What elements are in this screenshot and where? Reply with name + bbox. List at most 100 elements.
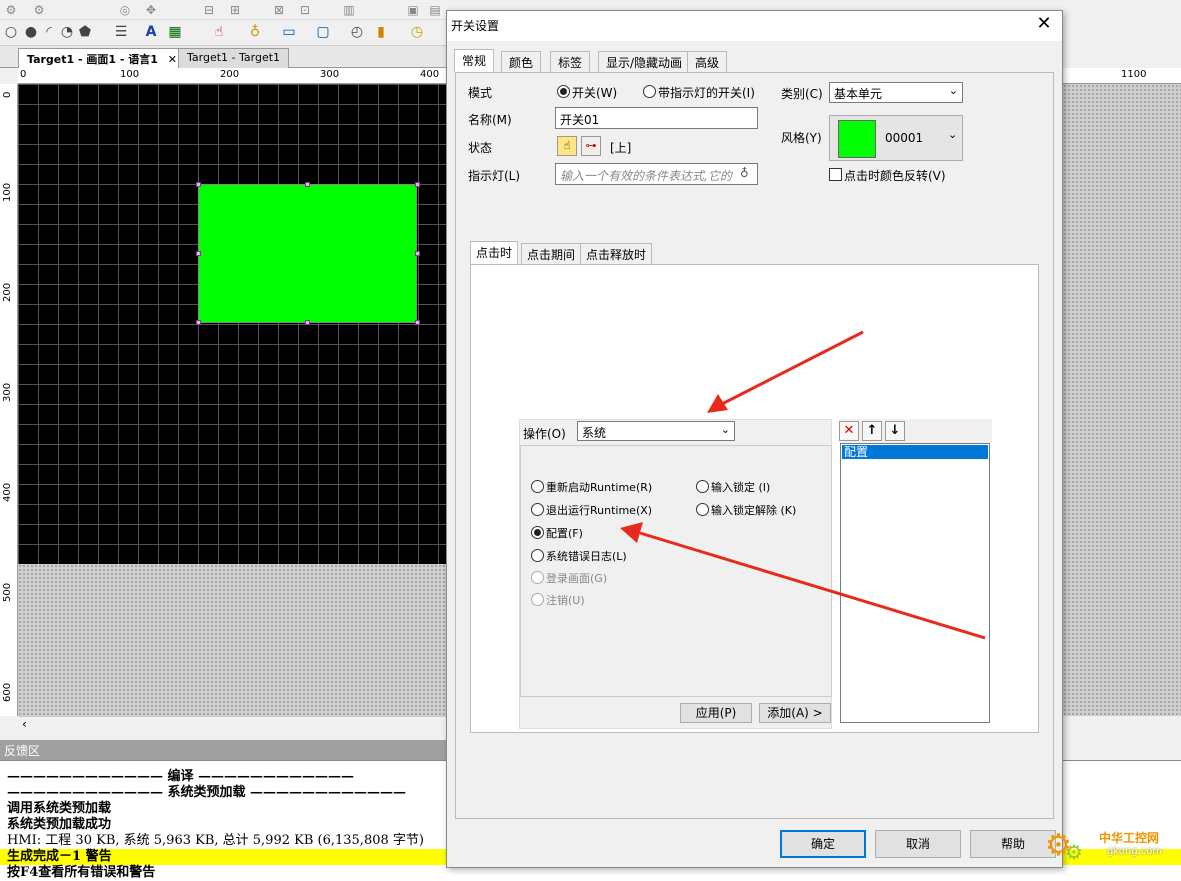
circle-icon[interactable]: ○ (2, 23, 20, 41)
style-swatch (838, 120, 876, 158)
name-label: 名称(M) (468, 113, 512, 127)
resize-handle[interactable] (196, 320, 201, 325)
add-button[interactable]: 添加(A) > (759, 703, 831, 723)
resize-handle[interactable] (415, 182, 420, 187)
restart-runtime-radio[interactable] (531, 480, 544, 493)
action-list[interactable]: 配置 (840, 443, 990, 723)
resize-handle[interactable] (196, 251, 201, 256)
watermark-name: 中华工控网 (1099, 831, 1160, 845)
mode-switch-radio[interactable] (557, 85, 570, 98)
gauge-icon[interactable]: ◴ (348, 23, 366, 41)
state-on-icon[interactable]: ☝ (557, 136, 577, 156)
list-toolbar: ✕ ↑ ↓ (839, 419, 992, 443)
tab-on-press[interactable]: 点击时 (470, 241, 519, 264)
move-down-icon[interactable]: ↓ (885, 421, 905, 441)
gear-icon: ⚙ (1065, 840, 1083, 864)
distribute-icon[interactable]: ⊠ (270, 1, 288, 19)
clock-icon[interactable]: ◷ (408, 23, 426, 41)
style-select[interactable]: 00001 ⌄ (829, 115, 963, 161)
pie-icon[interactable]: ◔ (58, 23, 76, 41)
pointer-icon[interactable]: ✥ (142, 1, 160, 19)
image-icon[interactable]: ▦ (166, 23, 184, 41)
tab-screen1[interactable]: Target1 - 画面1 - 语言1 ✕ (18, 48, 186, 69)
indicator-label: 指示灯(L) (468, 169, 521, 183)
category-label: 类别(C) (781, 87, 823, 101)
polygon-icon[interactable]: ⬟ (76, 23, 94, 41)
exit-runtime-radio[interactable] (531, 503, 544, 516)
switch-icon[interactable]: ☝ (210, 23, 228, 41)
bulb-icon[interactable]: ♁ (740, 166, 749, 180)
spacing-icon[interactable]: ⊡ (296, 1, 314, 19)
feedback-line: ———————————— 编译 ———————————— (7, 769, 355, 784)
tab-visibility-animation[interactable]: 显示/隐藏动画 (598, 51, 691, 72)
watermark-logo: ⚙ ⚙ 中华工控网 gkong.com (1045, 826, 1181, 866)
input-lock-radio[interactable] (696, 480, 709, 493)
feedback-title: 反馈区 (0, 740, 446, 760)
tab-target1[interactable]: Target1 - Target1 (178, 48, 290, 68)
screen-canvas[interactable] (18, 84, 446, 564)
style-label: 风格(Y) (781, 131, 822, 145)
ok-button[interactable]: 确定 (780, 830, 866, 858)
restart-runtime-label[interactable]: 重新启动Runtime(R) (546, 479, 652, 495)
group-icon[interactable]: ▤ (426, 1, 444, 19)
resize-handle[interactable] (305, 182, 310, 187)
tab-color[interactable]: 颜色 (501, 51, 542, 72)
lamp-icon[interactable]: ♁ (246, 23, 264, 41)
delete-icon[interactable]: ✕ (839, 421, 859, 441)
indicator-expression-input[interactable]: 输入一个有效的条件表达式,它的 (555, 163, 758, 185)
name-input[interactable]: 开关01 (555, 107, 758, 129)
select-icon[interactable]: ▣ (404, 1, 422, 19)
config-label[interactable]: 配置(F) (546, 525, 583, 541)
horizontal-scrollbar[interactable]: ‹ (18, 716, 446, 732)
scroll-left-icon[interactable]: ‹ (22, 717, 27, 731)
vertical-ruler: 0 100 200 300 400 500 600 (0, 84, 18, 716)
config-radio[interactable] (531, 526, 544, 539)
clock-icon[interactable]: ◎ (116, 1, 134, 19)
numeric-icon[interactable]: ▭ (280, 23, 298, 41)
tab-label[interactable]: 标签 (550, 51, 591, 72)
resize-handle[interactable] (305, 320, 310, 325)
tab-on-release[interactable]: 点击释放时 (580, 243, 653, 264)
help-button[interactable]: 帮助 (970, 830, 1056, 858)
list-item[interactable]: 配置 (842, 445, 988, 459)
exit-runtime-label[interactable]: 退出运行Runtime(X) (546, 502, 652, 518)
input-unlock-label[interactable]: 输入锁定解除 (K) (711, 502, 796, 518)
switch-object[interactable] (198, 184, 417, 323)
list-icon[interactable]: ☰ (112, 23, 130, 41)
invert-color-label[interactable]: 点击时颜色反转(V) (844, 167, 946, 184)
bar-graph-icon[interactable]: ▮ (372, 23, 390, 41)
close-icon[interactable]: ✕ (1032, 13, 1056, 34)
invert-color-checkbox[interactable] (829, 168, 842, 181)
move-up-icon[interactable]: ↑ (862, 421, 882, 441)
state-off-icon[interactable]: ⊶ (581, 136, 601, 156)
input-unlock-radio[interactable] (696, 503, 709, 516)
text-icon[interactable]: A (142, 23, 160, 41)
window-icon[interactable]: ▢ (314, 23, 332, 41)
chevron-down-icon: ⌄ (720, 423, 730, 436)
mode-indicator-label[interactable]: 带指示灯的开关(I) (658, 84, 755, 101)
gear-icon[interactable]: ⚙ (30, 1, 48, 19)
resize-handle[interactable] (415, 251, 420, 256)
mode-switch-label[interactable]: 开关(W) (572, 84, 617, 101)
tab-advanced[interactable]: 高级 (687, 51, 728, 72)
mode-indicator-radio[interactable] (643, 85, 656, 98)
align-left-icon[interactable]: ⊟ (200, 1, 218, 19)
settings-icon[interactable]: ⚙ (2, 1, 20, 19)
resize-handle[interactable] (415, 320, 420, 325)
tab-general[interactable]: 常规 (454, 49, 495, 72)
arc-icon[interactable]: ◜ (40, 23, 58, 41)
switch-settings-dialog: 开关设置 ✕ 常规 颜色 标签 显示/隐藏动画 高级 模式 开关(W) 带指示灯… (446, 10, 1063, 868)
size-icon[interactable]: ▥ (340, 1, 358, 19)
close-icon[interactable]: ✕ (168, 53, 177, 66)
circle-icon[interactable]: ● (22, 23, 40, 41)
apply-button[interactable]: 应用(P) (680, 703, 752, 723)
tab-while-pressed[interactable]: 点击期间 (521, 243, 582, 264)
operation-select[interactable]: 系统 ⌄ (577, 421, 735, 441)
error-log-label[interactable]: 系统错误日志(L) (546, 548, 627, 564)
category-select[interactable]: 基本单元 ⌄ (829, 82, 963, 103)
align-center-icon[interactable]: ⊞ (226, 1, 244, 19)
cancel-button[interactable]: 取消 (875, 830, 961, 858)
error-log-radio[interactable] (531, 549, 544, 562)
resize-handle[interactable] (196, 182, 201, 187)
input-lock-label[interactable]: 输入锁定 (I) (711, 479, 770, 495)
